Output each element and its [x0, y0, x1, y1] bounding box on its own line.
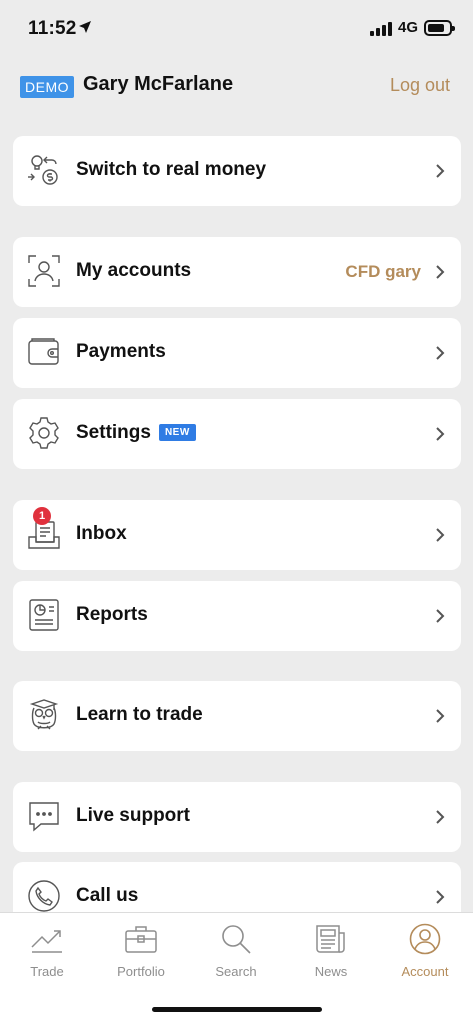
reports-item[interactable]: Reports: [13, 581, 461, 651]
tab-trade[interactable]: Trade: [0, 923, 94, 983]
tab-search[interactable]: Search: [189, 923, 283, 983]
chevron-right-icon: [436, 609, 445, 623]
chevron-right-icon: [436, 346, 445, 360]
battery-icon: [424, 20, 455, 36]
live-support-label: Live support: [76, 805, 191, 826]
tab-account-label: Account: [401, 964, 449, 979]
trend-icon: [31, 930, 62, 953]
tab-portfolio[interactable]: Portfolio: [94, 923, 188, 983]
briefcase-icon: [125, 926, 157, 953]
owl-icon: [29, 699, 59, 730]
chevron-right-icon: [436, 528, 445, 542]
account-icon: [409, 923, 441, 955]
settings-label: Settings NEW: [76, 422, 196, 444]
gear-icon: [29, 417, 59, 449]
settings-item[interactable]: Settings NEW: [13, 399, 461, 469]
search-icon: [222, 925, 251, 954]
location-arrow-icon: [79, 21, 91, 33]
switch-real-money-label: Switch to real money: [76, 159, 267, 180]
tab-portfolio-label: Portfolio: [117, 964, 165, 979]
learn-to-trade-label: Learn to trade: [76, 704, 203, 725]
tab-trade-label: Trade: [30, 964, 64, 979]
reports-label: Reports: [76, 604, 148, 625]
newspaper-icon: [316, 925, 345, 953]
inbox-notification-badge: 1: [33, 507, 51, 525]
wallet-icon: [28, 338, 59, 365]
home-indicator: [152, 1007, 322, 1012]
inbox-label: Inbox: [76, 523, 127, 544]
chat-bubble-icon: [29, 802, 59, 832]
network-type: 4G: [398, 19, 419, 36]
tab-news[interactable]: News: [284, 923, 378, 983]
demo-badge: DEMO: [20, 76, 74, 98]
settings-label-text: Settings: [76, 422, 151, 443]
switch-money-icon: [28, 155, 58, 185]
call-us-label: Call us: [76, 885, 139, 906]
payments-label: Payments: [76, 341, 166, 362]
chevron-right-icon: [436, 709, 445, 723]
profile-header: DEMO Gary McFarlane Log out: [0, 70, 473, 104]
tab-search-label: Search: [215, 964, 257, 979]
current-account-value: CFD gary: [345, 262, 421, 281]
chevron-right-icon: [436, 810, 445, 824]
payments-item[interactable]: Payments: [13, 318, 461, 388]
signal-icon: [370, 22, 394, 36]
phone-icon: [28, 880, 60, 912]
my-accounts-label: My accounts: [76, 260, 192, 281]
chevron-right-icon: [436, 265, 445, 279]
tab-account[interactable]: Account: [378, 923, 472, 983]
logout-button[interactable]: Log out: [390, 75, 450, 96]
chevron-right-icon: [436, 427, 445, 441]
live-support-item[interactable]: Live support: [13, 782, 461, 852]
switch-real-money-item[interactable]: Switch to real money: [13, 136, 461, 206]
status-time: 11:52: [28, 18, 77, 39]
chevron-right-icon: [436, 164, 445, 178]
new-badge: NEW: [158, 424, 196, 441]
tab-news-label: News: [314, 964, 348, 979]
status-bar: 11:52 4G: [0, 0, 473, 56]
chevron-right-icon: [436, 890, 445, 904]
user-name: Gary McFarlane: [83, 73, 234, 95]
learn-to-trade-item[interactable]: Learn to trade: [13, 681, 461, 751]
account-scan-icon: [28, 255, 60, 287]
report-icon: [29, 599, 59, 631]
my-accounts-item[interactable]: My accounts CFD gary: [13, 237, 461, 307]
inbox-item[interactable]: 1 Inbox: [13, 500, 461, 570]
